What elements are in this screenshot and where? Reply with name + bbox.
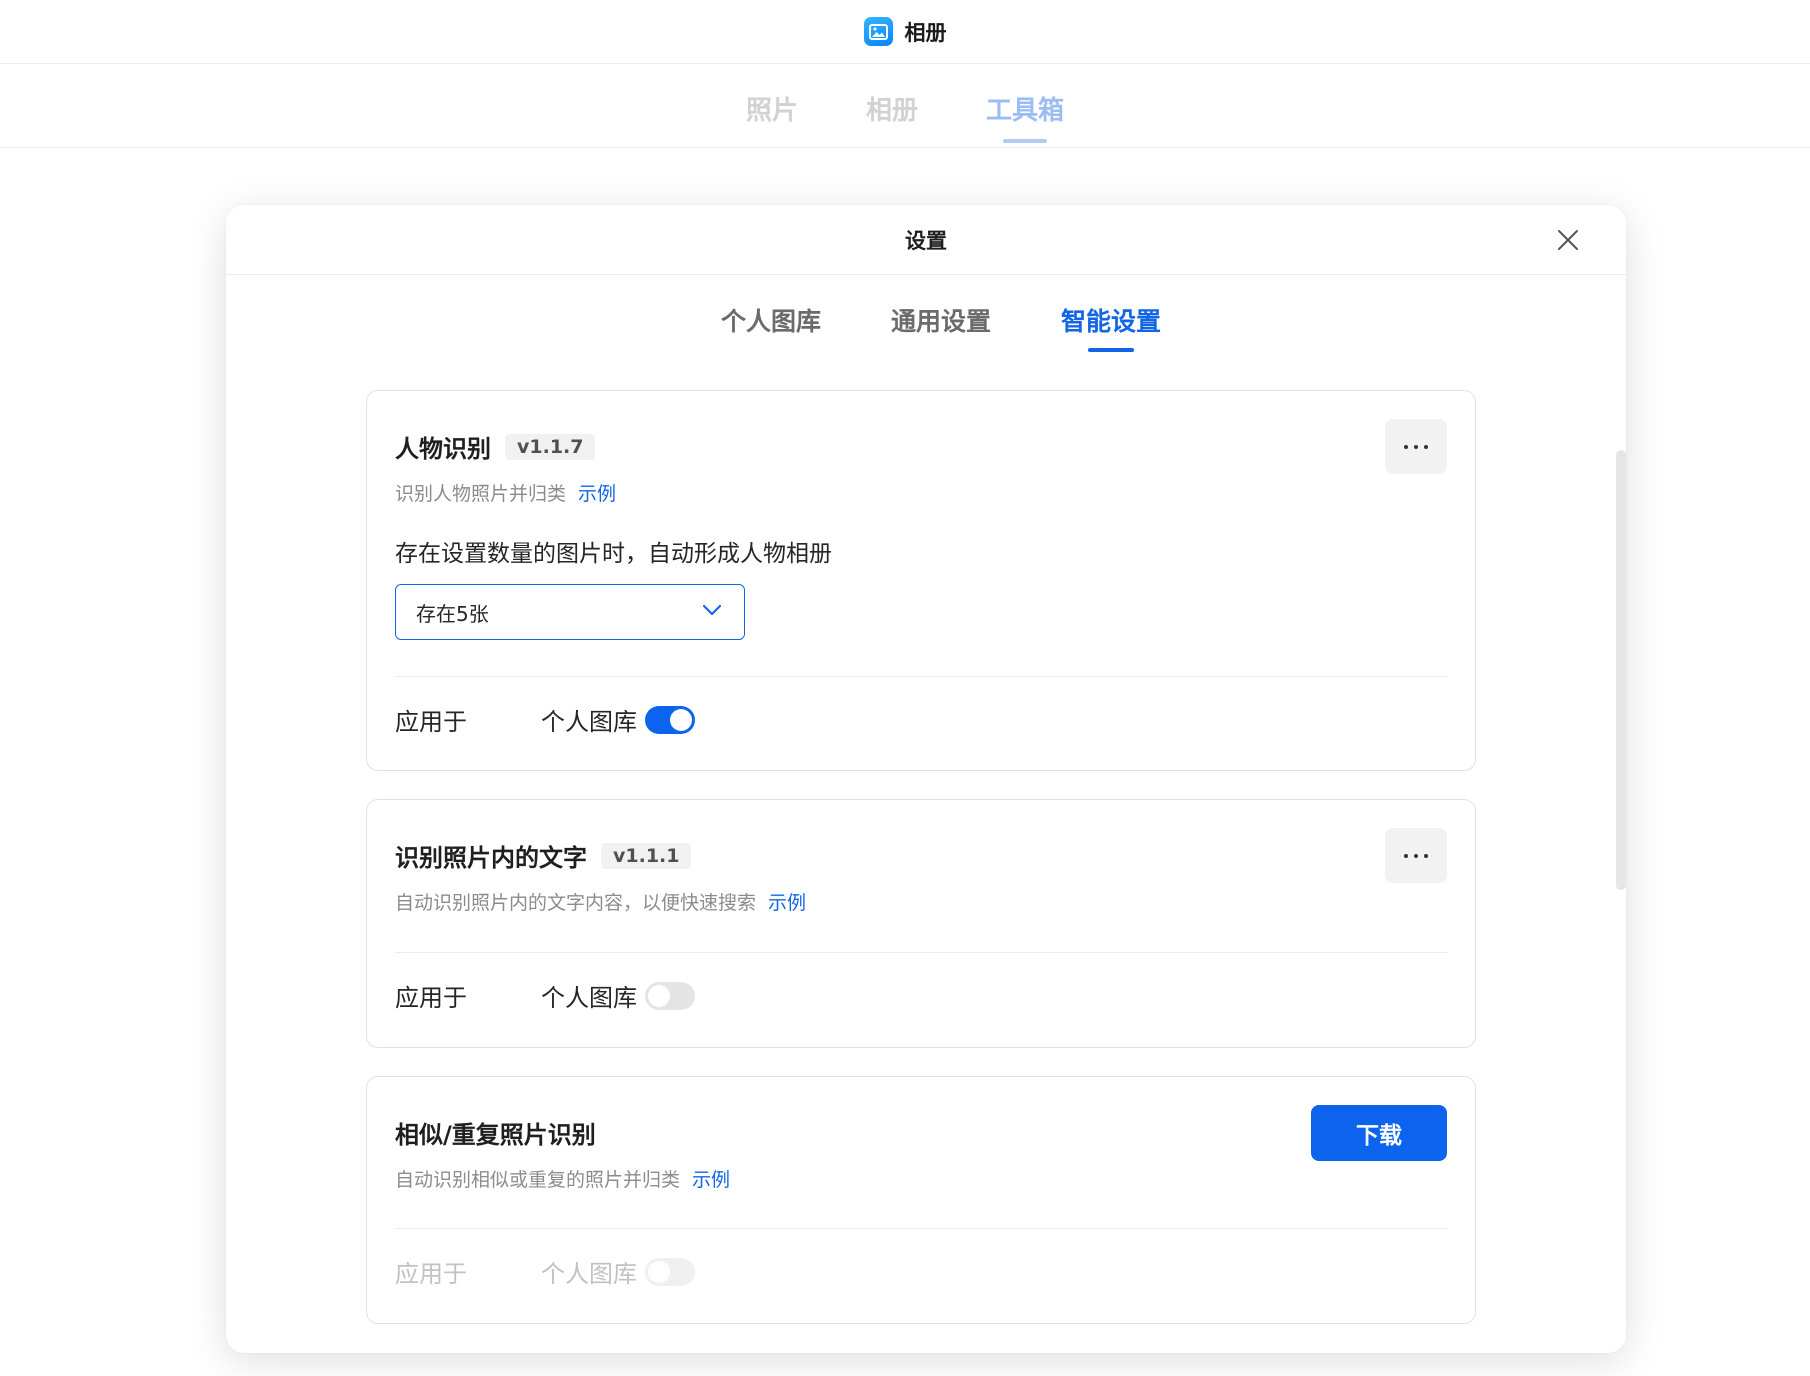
- card-title-row: 人物识别 v1.1.7: [395, 429, 596, 464]
- more-icon: [1404, 444, 1428, 449]
- close-button[interactable]: [1554, 226, 1582, 254]
- tab-smart-settings[interactable]: 智能设置: [1061, 292, 1161, 338]
- scrollbar[interactable]: [1616, 450, 1626, 890]
- card-description: 识别人物照片并归类 示例: [395, 479, 616, 506]
- modal-header: 设置: [226, 205, 1626, 275]
- apply-label: 应用于: [395, 984, 467, 1012]
- photo-count-select[interactable]: 存在5张: [395, 584, 745, 640]
- personal-library-toggle[interactable]: [645, 981, 695, 1010]
- apply-target: 个人图库: [541, 708, 637, 736]
- divider: [395, 676, 1447, 677]
- version-badge: v1.1.7: [505, 433, 596, 460]
- example-link[interactable]: 示例: [578, 479, 616, 506]
- divider: [395, 1228, 1447, 1229]
- card-title: 人物识别: [395, 435, 491, 463]
- modal-tabs: 个人图库 通用设置 智能设置: [226, 275, 1626, 355]
- apply-target: 个人图库: [541, 984, 637, 1012]
- app-tab-photos[interactable]: 照片: [746, 84, 798, 127]
- version-badge: v1.1.1: [601, 842, 692, 869]
- app-title: 相册: [904, 20, 947, 45]
- tab-personal-library[interactable]: 个人图库: [721, 292, 821, 338]
- divider: [395, 952, 1447, 953]
- close-icon: [1558, 230, 1578, 250]
- select-value: 存在5张: [416, 601, 489, 626]
- modal-title: 设置: [905, 228, 947, 253]
- more-button[interactable]: [1385, 828, 1447, 883]
- card-title: 识别照片内的文字: [395, 844, 587, 872]
- apply-label: 应用于: [395, 1260, 467, 1288]
- description-text: 自动识别相似或重复的照片并归类: [395, 1169, 681, 1191]
- settings-modal: 设置 个人图库 通用设置 智能设置 人物识别 v1.1.7 识别人物照片并归类 …: [226, 205, 1626, 1353]
- card-title: 相似/重复照片识别: [395, 1121, 596, 1149]
- photos-app-icon: [863, 17, 893, 46]
- personal-library-toggle[interactable]: [645, 1257, 695, 1286]
- card-description: 自动识别相似或重复的照片并归类 示例: [395, 1165, 730, 1192]
- apply-target: 个人图库: [541, 1260, 637, 1288]
- more-button[interactable]: [1385, 419, 1447, 474]
- apply-label: 应用于: [395, 708, 467, 736]
- apply-row: 应用于 个人图库: [395, 978, 695, 1013]
- description-text: 自动识别照片内的文字内容，以便快速搜索: [395, 892, 757, 914]
- app-header: 相册: [0, 0, 1810, 64]
- description-text: 识别人物照片并归类: [395, 483, 567, 505]
- more-icon: [1404, 853, 1428, 858]
- card-title-row: 相似/重复照片识别: [395, 1115, 596, 1150]
- apply-row: 应用于 个人图库: [395, 1254, 695, 1289]
- card-description: 自动识别照片内的文字内容，以便快速搜索 示例: [395, 888, 806, 915]
- tab-general-settings[interactable]: 通用设置: [891, 292, 991, 338]
- threshold-label: 存在设置数量的图片时，自动形成人物相册: [395, 541, 832, 567]
- apply-row: 应用于 个人图库: [395, 702, 695, 737]
- example-link[interactable]: 示例: [692, 1165, 730, 1192]
- duplicate-photo-card: 相似/重复照片识别 自动识别相似或重复的照片并归类 示例 下载 应用于 个人图库: [366, 1076, 1476, 1324]
- personal-library-toggle[interactable]: [645, 705, 695, 734]
- card-title-row: 识别照片内的文字 v1.1.1: [395, 838, 692, 873]
- app-tabs: 照片 相册 工具箱: [0, 64, 1810, 148]
- chevron-down-icon: [702, 604, 722, 616]
- face-recognition-card: 人物识别 v1.1.7 识别人物照片并归类 示例 存在设置数量的图片时，自动形成…: [366, 390, 1476, 771]
- app-tab-toolbox[interactable]: 工具箱: [986, 84, 1064, 127]
- download-button[interactable]: 下载: [1311, 1105, 1447, 1161]
- text-recognition-card: 识别照片内的文字 v1.1.1 自动识别照片内的文字内容，以便快速搜索 示例 应…: [366, 799, 1476, 1048]
- app-tab-albums[interactable]: 相册: [866, 84, 918, 127]
- example-link[interactable]: 示例: [768, 888, 806, 915]
